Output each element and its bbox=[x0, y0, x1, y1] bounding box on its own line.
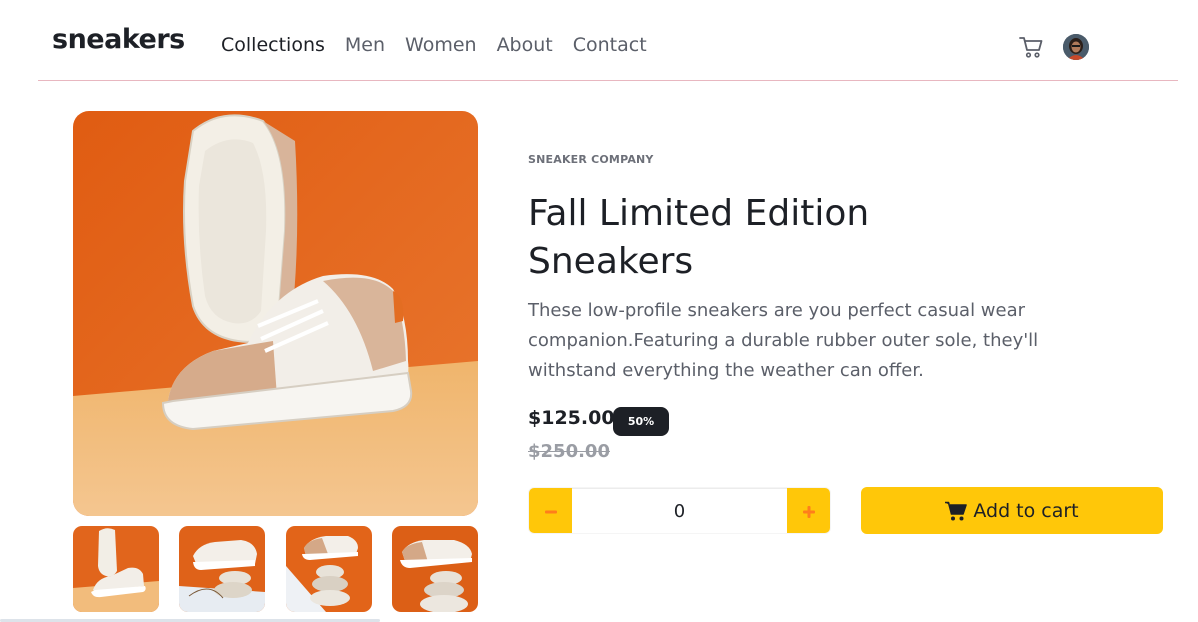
nav-link-collections[interactable]: Collections bbox=[221, 33, 325, 57]
add-to-cart-label: Add to cart bbox=[973, 499, 1079, 522]
sneaker-photo bbox=[73, 111, 478, 516]
discount-badge: 50% bbox=[613, 407, 669, 436]
nav-link-contact[interactable]: Contact bbox=[573, 33, 647, 57]
avatar-image bbox=[1063, 34, 1089, 60]
product-main-image[interactable] bbox=[73, 111, 478, 516]
current-price: $125.00 bbox=[528, 407, 615, 429]
thumbnail-image bbox=[286, 526, 372, 612]
nav-link-about[interactable]: About bbox=[497, 33, 553, 57]
company-label: SNEAKER COMPANY bbox=[528, 153, 654, 166]
main-nav: Collections Men Women About Contact bbox=[221, 33, 647, 57]
minus-icon bbox=[544, 510, 557, 513]
cart-icon bbox=[945, 501, 968, 520]
thumbnail-strip bbox=[73, 526, 478, 612]
nav-link-women[interactable]: Women bbox=[405, 33, 477, 57]
quantity-stepper bbox=[528, 487, 831, 534]
original-price: $250.00 bbox=[528, 441, 610, 462]
cart-button[interactable] bbox=[1018, 35, 1044, 59]
plus-icon bbox=[802, 505, 815, 518]
thumbnail-image bbox=[73, 526, 159, 612]
product-title: Fall Limited Edition Sneakers bbox=[528, 193, 870, 282]
thumbnail-3[interactable] bbox=[286, 526, 372, 612]
increase-quantity-button[interactable] bbox=[787, 488, 830, 533]
nav-link-men[interactable]: Men bbox=[345, 33, 385, 57]
thumbnail-2[interactable] bbox=[179, 526, 265, 612]
add-to-cart-button[interactable]: Add to cart bbox=[861, 487, 1163, 534]
site-header: sneakers Collections Men Women About Con… bbox=[38, 0, 1178, 81]
cart-icon bbox=[1019, 37, 1043, 58]
thumbnail-image bbox=[179, 526, 265, 612]
decrease-quantity-button[interactable] bbox=[529, 488, 572, 533]
avatar[interactable] bbox=[1063, 34, 1089, 60]
thumbnail-1[interactable] bbox=[73, 526, 159, 612]
thumbnail-4[interactable] bbox=[392, 526, 478, 612]
product-description: These low-profile sneakers are you perfe… bbox=[528, 300, 1039, 381]
thumbnail-image bbox=[392, 526, 478, 612]
logo[interactable]: sneakers bbox=[52, 24, 185, 55]
quantity-input[interactable] bbox=[572, 488, 787, 533]
